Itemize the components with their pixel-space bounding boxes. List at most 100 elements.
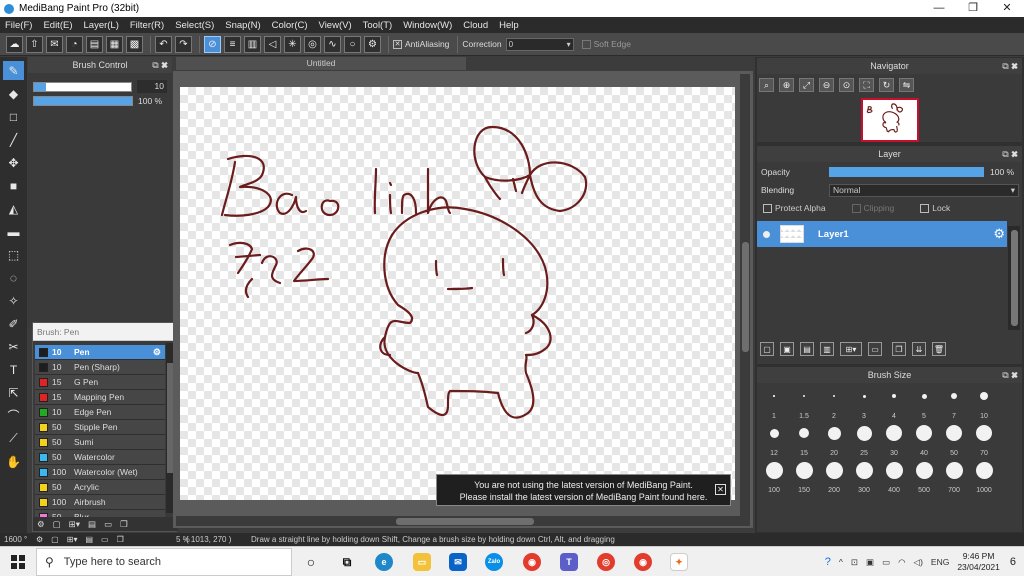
brush-size-preset[interactable]: 40 [910, 423, 938, 457]
document-tab[interactable]: Untitled [176, 57, 466, 70]
grid-icon[interactable]: ▩ [126, 35, 143, 53]
new-layer-icon[interactable]: ▢ [760, 342, 774, 356]
brush-size-preset[interactable]: 3 [850, 386, 878, 420]
add-layer-menu-icon[interactable]: ⊞▾ [840, 342, 862, 356]
brush-size-preset[interactable]: 10 [970, 386, 998, 420]
brush-tool-icon[interactable]: ✎ [3, 61, 24, 80]
brush-size-preset[interactable]: 2 [820, 386, 848, 420]
comment-icon[interactable]: ✉ [46, 35, 63, 53]
operation-tool-icon[interactable]: ⇱ [3, 383, 24, 402]
brush-list-item[interactable]: 10 Edge Pen [35, 405, 165, 420]
menu-view[interactable]: View(V) [319, 20, 352, 31]
wifi-icon[interactable]: ◠ [898, 557, 905, 568]
brush-size-value[interactable]: 10 [137, 80, 167, 93]
antialiasing-checkbox[interactable]: ✕ [393, 39, 402, 49]
brush-size-preset[interactable]: 15 [790, 423, 818, 457]
brush-size-preset[interactable]: 5 [910, 386, 938, 420]
cortana-icon[interactable]: ○ [302, 553, 320, 571]
brush-list-item[interactable]: 100 Airbrush [35, 495, 165, 510]
dropper-tool-icon[interactable]: ⌒ [3, 406, 24, 425]
clock[interactable]: 9:46 PM 23/04/2021 [957, 551, 1000, 573]
layer-opacity-slider[interactable] [829, 167, 984, 177]
drawing-canvas[interactable] [180, 87, 735, 500]
brush-list-item[interactable]: 50 Stipple Pen [35, 420, 165, 435]
language-indicator[interactable]: ENG [931, 557, 949, 567]
redo-icon[interactable]: ↷ [175, 35, 192, 53]
layer-settings-icon[interactable]: ⚙ [993, 226, 1005, 242]
add-icon[interactable]: ⊞▾ [67, 533, 78, 546]
layer-item[interactable]: Layer1 ⚙ [757, 221, 1007, 247]
menu-layer[interactable]: Layer(L) [84, 20, 119, 31]
brush-size-preset[interactable]: 25 [850, 423, 878, 457]
brush-size-preset[interactable]: 300 [850, 460, 878, 494]
windows-start-icon[interactable] [11, 555, 25, 569]
correction-select[interactable]: 0 [505, 37, 574, 51]
bucket-tool-icon[interactable]: ◭ [3, 199, 24, 218]
brush-size-preset[interactable]: 1.5 [790, 386, 818, 420]
teams-icon[interactable]: T [560, 553, 578, 571]
brush-size-slider[interactable] [33, 81, 133, 92]
menu-filter[interactable]: Filter(R) [130, 20, 164, 31]
brush-list-item[interactable]: 50 Watercolor [35, 450, 165, 465]
zoom-fit-icon[interactable]: ⌕ [759, 78, 774, 92]
settings-icon[interactable]: ⚙ [36, 533, 43, 546]
parallel-snap-icon[interactable]: ≡ [224, 35, 241, 53]
menu-help[interactable]: Help [499, 20, 519, 31]
snap-settings-icon[interactable]: ⚙ [364, 35, 381, 53]
fullscreen-icon[interactable]: ⛶ [859, 78, 874, 92]
close-icon[interactable]: ✕ [715, 484, 726, 495]
fit-window-icon[interactable]: ⤢ [799, 78, 814, 92]
brush-list-item[interactable]: 15 G Pen [35, 375, 165, 390]
navigator-preview[interactable] [861, 98, 919, 142]
display-icon[interactable]: ▣ [866, 557, 874, 568]
visibility-icon[interactable] [763, 230, 770, 238]
bubble-icon[interactable]: ◔ [66, 35, 83, 53]
new-8bit-layer-icon[interactable]: ▥ [820, 342, 834, 356]
brush-size-preset[interactable]: 200 [820, 460, 848, 494]
brush-size-preset[interactable]: 100 [760, 460, 788, 494]
circle-snap-icon[interactable]: ◎ [304, 35, 321, 53]
brush-list-item[interactable]: 100 Watercolor (Wet) [35, 465, 165, 480]
duplicate-icon[interactable]: ❐ [117, 533, 124, 546]
menu-tool[interactable]: Tool(T) [363, 20, 393, 31]
cloud-icon[interactable]: ☁ [6, 35, 23, 53]
brush-size-preset[interactable]: 20 [820, 423, 848, 457]
cross-snap-icon[interactable]: ▥ [244, 35, 261, 53]
brush-size-preset[interactable]: 1000 [970, 460, 998, 494]
brush-list-item[interactable]: 10 Pen ⚙ [35, 345, 165, 360]
soft-edge-checkbox[interactable] [581, 39, 591, 49]
snap-off-icon[interactable]: ⊘ [204, 35, 221, 53]
chevron-up-icon[interactable]: ^ [839, 557, 843, 567]
help-icon[interactable]: ? [825, 556, 831, 568]
lock-checkbox[interactable] [920, 203, 930, 213]
panel-buttons[interactable]: ⧉ ✖ [1002, 146, 1018, 162]
new-halftone-layer-icon[interactable]: ▣ [780, 342, 794, 356]
magic-wand-tool-icon[interactable]: ✧ [3, 291, 24, 310]
lasso-tool-icon[interactable]: ◌ [3, 268, 24, 287]
menu-snap[interactable]: Snap(N) [225, 20, 260, 31]
duplicate-layer-icon[interactable]: ❐ [892, 342, 906, 356]
brush-size-preset[interactable]: 700 [940, 460, 968, 494]
close-window-button[interactable]: ✕ [990, 0, 1024, 17]
menu-edit[interactable]: Edit(E) [43, 20, 72, 31]
app-red-icon[interactable]: ◎ [597, 553, 615, 571]
canvas-vertical-scrollbar[interactable] [740, 74, 750, 516]
line-tool-icon[interactable]: ╱ [3, 130, 24, 149]
menu-cloud[interactable]: Cloud [463, 20, 488, 31]
panels-icon[interactable]: ▦ [106, 35, 123, 53]
upload-icon[interactable]: ⇧ [26, 35, 43, 53]
zalo-icon[interactable]: Zalo [485, 553, 503, 571]
chrome-icon[interactable]: ◉ [523, 553, 541, 571]
brush-list-item[interactable]: 10 Pen (Sharp) [35, 360, 165, 375]
select-rect-tool-icon[interactable]: ⬚ [3, 245, 24, 264]
edge-browser-icon[interactable]: e [375, 553, 393, 571]
file-explorer-icon[interactable]: ▭ [413, 553, 431, 571]
canvas-horizontal-scrollbar[interactable] [176, 516, 750, 526]
duplicate-icon[interactable]: ❐ [120, 519, 128, 530]
zoom-in-icon[interactable]: ⊕ [779, 78, 794, 92]
eraser-tool-icon[interactable]: ◆ [3, 84, 24, 103]
settings-icon[interactable]: ⚙ [37, 519, 45, 530]
ellipse-snap-icon[interactable]: ○ [344, 35, 361, 53]
panel-buttons[interactable]: ⧉ ✖ [1002, 367, 1018, 383]
hand-tool-icon[interactable]: ✋ [3, 452, 24, 471]
